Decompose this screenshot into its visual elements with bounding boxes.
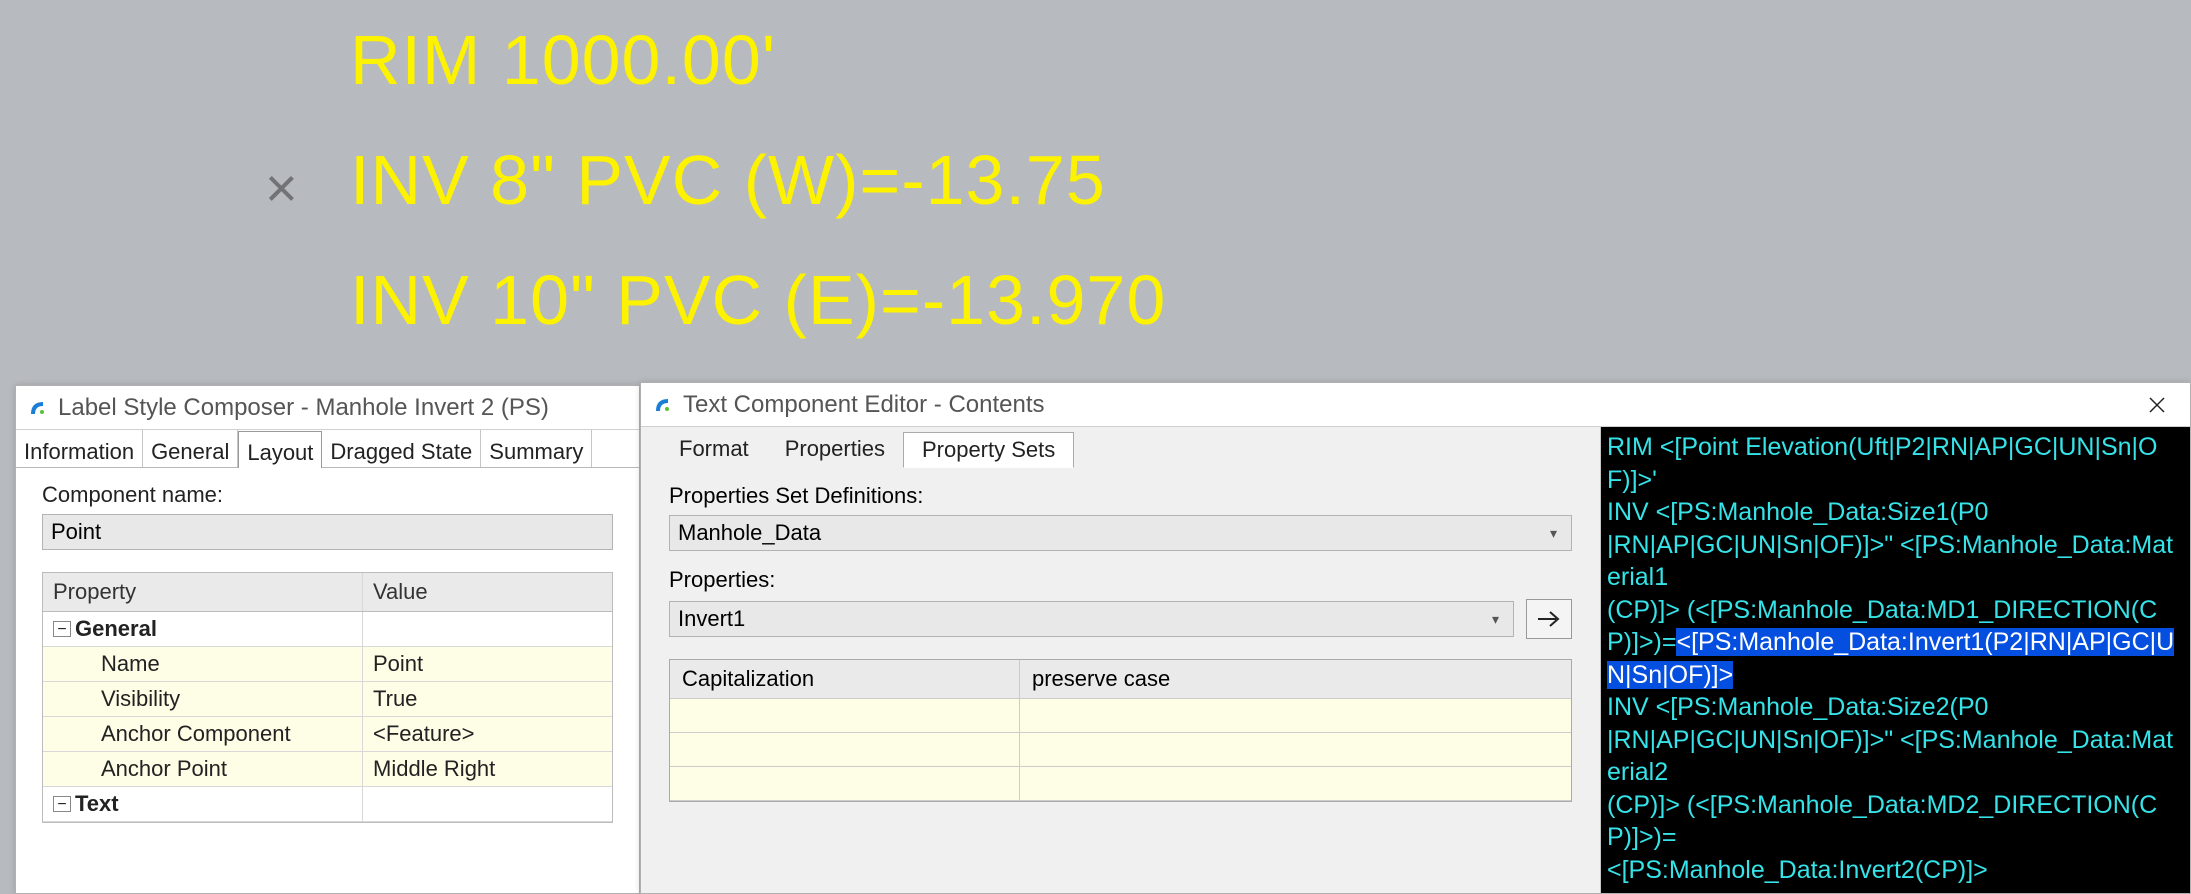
component-name-select[interactable]: Point	[42, 514, 613, 550]
prop-anchor-component[interactable]: Anchor Component	[43, 717, 363, 751]
titlebar[interactable]: Text Component Editor - Contents	[641, 383, 2190, 427]
prop-visibility[interactable]: Visibility	[43, 682, 363, 716]
col-header-property[interactable]: Property	[43, 573, 363, 611]
col-header-value[interactable]: Value	[363, 573, 612, 611]
label-style-composer-window: Label Style Composer - Manhole Invert 2 …	[15, 385, 640, 894]
code-selected-segment: <[PS:Manhole_Data:Invert1(P2|RN|AP|GC|UN…	[1607, 628, 2174, 689]
close-button[interactable]	[2134, 383, 2180, 427]
chevron-down-icon: ▾	[1492, 611, 1505, 628]
sub-tab-bar: Format Properties Property Sets	[641, 427, 1600, 467]
group-text[interactable]: − Text	[43, 787, 363, 821]
component-name-value: Point	[51, 519, 101, 545]
psd-label: Properties Set Definitions:	[669, 483, 1572, 509]
component-name-label: Component name:	[42, 482, 613, 508]
tab-layout[interactable]: Layout	[238, 431, 322, 468]
prop-name[interactable]: Name	[43, 647, 363, 681]
cad-label-line[interactable]: RIM 1000.00'	[350, 20, 776, 100]
prop-anchor-point[interactable]: Anchor Point	[43, 752, 363, 786]
app-icon	[651, 394, 673, 416]
cad-label-line[interactable]: INV 8" PVC (W)=-13.75	[350, 140, 1106, 220]
app-icon	[26, 397, 48, 419]
code-segment: INV <[PS:Manhole_Data:Size2(P0 |RN|AP|GC…	[1607, 693, 2173, 884]
collapse-icon[interactable]: −	[53, 796, 71, 812]
structure-marker-icon: ×	[265, 155, 298, 220]
modifier-grid: Capitalization preserve case	[669, 659, 1572, 802]
titlebar[interactable]: Label Style Composer - Manhole Invert 2 …	[16, 386, 639, 430]
psd-select[interactable]: Manhole_Data ▾	[669, 515, 1572, 551]
tab-information[interactable]: Information	[16, 430, 143, 467]
contents-text[interactable]: RIM <[Point Elevation(Uft|P2|RN|AP|GC|UN…	[1607, 431, 2184, 886]
code-segment: RIM <[Point Elevation(Uft|P2|RN|AP|GC|UN…	[1607, 433, 2173, 656]
cad-viewport[interactable]: × RIM 1000.00' INV 8" PVC (W)=-13.75 INV…	[0, 0, 2191, 390]
chevron-down-icon: ▾	[1550, 525, 1563, 542]
tab-bar: Information General Layout Dragged State…	[16, 430, 639, 468]
window-title: Label Style Composer - Manhole Invert 2 …	[58, 394, 549, 422]
property-grid: Property Value − General NamePoint Visib…	[42, 572, 613, 823]
arrow-right-icon	[1536, 610, 1562, 628]
cad-label-line[interactable]: INV 10" PVC (E)=-13.970	[350, 260, 1166, 340]
left-pane: Format Properties Property Sets Properti…	[641, 427, 1601, 893]
insert-property-button[interactable]	[1526, 599, 1572, 639]
val-anchor-point[interactable]: Middle Right	[363, 752, 612, 786]
collapse-icon[interactable]: −	[53, 621, 71, 637]
modifier-value[interactable]: preserve case	[1020, 660, 1571, 698]
tab-format[interactable]: Format	[661, 431, 767, 467]
window-title: Text Component Editor - Contents	[683, 391, 1045, 419]
val-name[interactable]: Point	[363, 647, 612, 681]
text-component-editor-window: Text Component Editor - Contents Format …	[640, 382, 2191, 894]
tab-summary[interactable]: Summary	[481, 430, 592, 467]
contents-editor[interactable]: RIM <[Point Elevation(Uft|P2|RN|AP|GC|UN…	[1601, 427, 2190, 893]
tab-properties[interactable]: Properties	[767, 431, 903, 467]
properties-value: Invert1	[678, 606, 745, 632]
tab-property-sets[interactable]: Property Sets	[903, 432, 1074, 468]
tab-general[interactable]: General	[143, 430, 238, 467]
properties-label: Properties:	[669, 567, 1572, 593]
close-icon	[2148, 396, 2166, 414]
val-visibility[interactable]: True	[363, 682, 612, 716]
properties-select[interactable]: Invert1 ▾	[669, 601, 1514, 637]
modifier-name[interactable]: Capitalization	[670, 660, 1020, 698]
group-general[interactable]: − General	[43, 612, 363, 646]
psd-value: Manhole_Data	[678, 520, 821, 546]
tab-dragged-state[interactable]: Dragged State	[322, 430, 481, 467]
val-anchor-component[interactable]: <Feature>	[363, 717, 612, 751]
